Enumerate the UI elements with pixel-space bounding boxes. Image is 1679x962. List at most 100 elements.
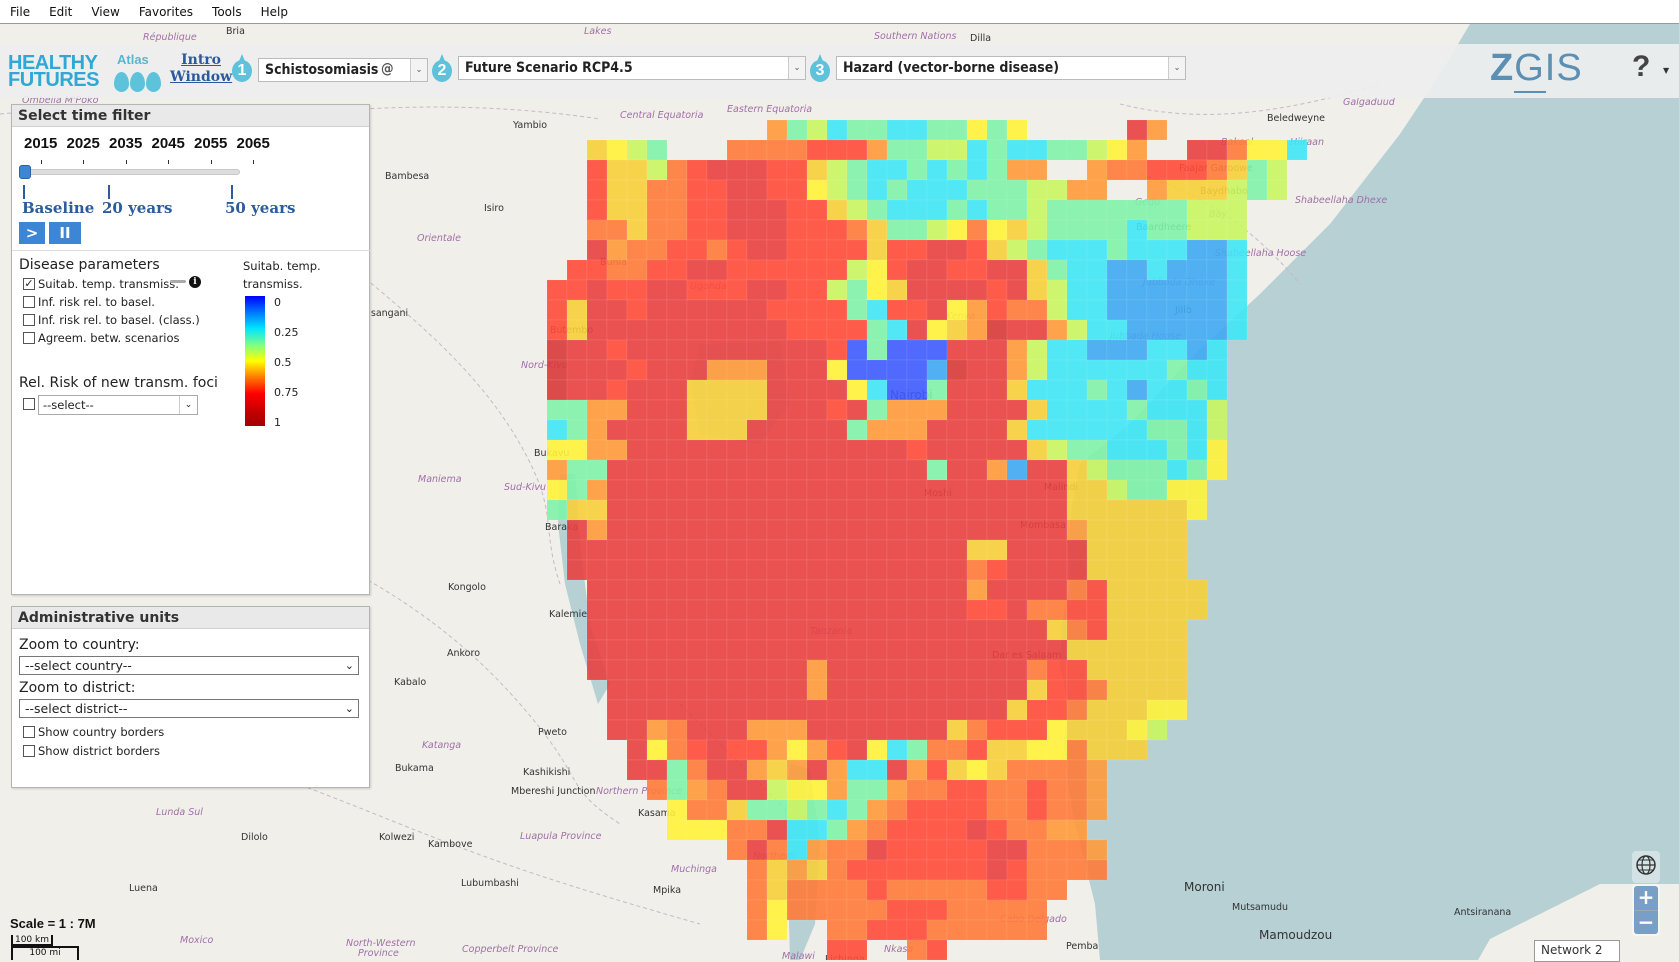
heatmap-cell[interactable] xyxy=(686,579,708,601)
heatmap-cell[interactable] xyxy=(826,659,848,681)
heatmap-cell[interactable] xyxy=(966,579,988,601)
heatmap-cell[interactable] xyxy=(966,599,988,621)
heatmap-cell[interactable] xyxy=(1186,179,1208,201)
heatmap-cell[interactable] xyxy=(1046,299,1068,321)
heatmap-cell[interactable] xyxy=(1186,439,1208,461)
heatmap-cell[interactable] xyxy=(906,159,928,181)
heatmap-cell[interactable] xyxy=(1146,459,1168,481)
heatmap-cell[interactable] xyxy=(986,259,1008,281)
heatmap-cell[interactable] xyxy=(686,519,708,541)
heatmap-cell[interactable] xyxy=(1086,859,1108,881)
heatmap-cell[interactable] xyxy=(1126,319,1148,341)
heatmap-cell[interactable] xyxy=(846,219,868,241)
heatmap-cell[interactable] xyxy=(1006,539,1028,561)
heatmap-cell[interactable] xyxy=(926,839,948,861)
heatmap-cell[interactable] xyxy=(926,819,948,841)
heatmap-cell[interactable] xyxy=(986,139,1008,161)
heatmap-cell[interactable] xyxy=(1086,519,1108,541)
heatmap-cell[interactable] xyxy=(846,199,868,221)
heatmap-cell[interactable] xyxy=(646,379,668,401)
heatmap-cell[interactable] xyxy=(1026,779,1048,801)
heatmap-cell[interactable] xyxy=(586,499,608,521)
time-slider-thumb[interactable] xyxy=(19,165,31,179)
heatmap-cell[interactable] xyxy=(1086,599,1108,621)
heatmap-cell[interactable] xyxy=(706,399,728,421)
heatmap-cell[interactable] xyxy=(626,699,648,721)
heatmap-cell[interactable] xyxy=(1046,759,1068,781)
heatmap-cell[interactable] xyxy=(986,799,1008,821)
heatmap-cell[interactable] xyxy=(886,539,908,561)
indicator-select[interactable]: Hazard (vector-borne disease) ⌄ xyxy=(836,56,1186,80)
heatmap-cell[interactable] xyxy=(886,199,908,221)
heatmap-cell[interactable] xyxy=(666,819,688,841)
heatmap-cell[interactable] xyxy=(586,439,608,461)
heatmap-cell[interactable] xyxy=(706,159,728,181)
heatmap-cell[interactable] xyxy=(886,499,908,521)
chevron-down-icon[interactable]: ⌄ xyxy=(410,59,427,81)
heatmap-cell[interactable] xyxy=(606,139,628,161)
heatmap-cell[interactable] xyxy=(1146,719,1168,741)
heatmap-cell[interactable] xyxy=(1186,479,1208,501)
heatmap-cell[interactable] xyxy=(1146,539,1168,561)
disease-select[interactable]: Schistosomiasis @ ⌄ xyxy=(258,58,428,82)
rel-risk-checkbox[interactable] xyxy=(23,398,35,410)
heatmap-cell[interactable] xyxy=(606,359,628,381)
heatmap-cell[interactable] xyxy=(886,519,908,541)
heatmap-cell[interactable] xyxy=(826,879,848,901)
heatmap-cell[interactable] xyxy=(846,159,868,181)
heatmap-cell[interactable] xyxy=(666,699,688,721)
heatmap-cell[interactable] xyxy=(866,659,888,681)
heatmap-cell[interactable] xyxy=(606,639,628,661)
heatmap-cell[interactable] xyxy=(666,399,688,421)
heatmap-cell[interactable] xyxy=(666,539,688,561)
heatmap-cell[interactable] xyxy=(886,439,908,461)
heatmap-cell[interactable] xyxy=(766,679,788,701)
heatmap-cell[interactable] xyxy=(786,279,808,301)
heatmap-cell[interactable] xyxy=(646,279,668,301)
heatmap-cell[interactable] xyxy=(746,479,768,501)
heatmap-cell[interactable] xyxy=(1126,199,1148,221)
heatmap-cell[interactable] xyxy=(726,499,748,521)
heatmap-cell[interactable] xyxy=(646,319,668,341)
heatmap-cell[interactable] xyxy=(866,619,888,641)
heatmap-cell[interactable] xyxy=(606,179,628,201)
heatmap-cell[interactable] xyxy=(746,359,768,381)
heatmap-cell[interactable] xyxy=(666,339,688,361)
heatmap-cell[interactable] xyxy=(1106,479,1128,501)
heatmap-cell[interactable] xyxy=(706,599,728,621)
heatmap-cell[interactable] xyxy=(1006,579,1028,601)
heatmap-cell[interactable] xyxy=(926,519,948,541)
heatmap-cell[interactable] xyxy=(746,279,768,301)
heatmap-cell[interactable] xyxy=(1026,159,1048,181)
heatmap-cell[interactable] xyxy=(746,399,768,421)
heatmap-cell[interactable] xyxy=(686,439,708,461)
heatmap-cell[interactable] xyxy=(846,799,868,821)
heatmap-cell[interactable] xyxy=(1066,319,1088,341)
heatmap-cell[interactable] xyxy=(1026,379,1048,401)
heatmap-cell[interactable] xyxy=(826,179,848,201)
heatmap-cell[interactable] xyxy=(1026,259,1048,281)
heatmap-cell[interactable] xyxy=(646,639,668,661)
heatmap-cell[interactable] xyxy=(1046,699,1068,721)
heatmap-cell[interactable] xyxy=(606,279,628,301)
heatmap-cell[interactable] xyxy=(1006,519,1028,541)
heatmap-cell[interactable] xyxy=(566,479,588,501)
heatmap-cell[interactable] xyxy=(566,459,588,481)
heatmap-cell[interactable] xyxy=(1006,379,1028,401)
heatmap-cell[interactable] xyxy=(766,439,788,461)
heatmap-cell[interactable] xyxy=(906,739,928,761)
heatmap-cell[interactable] xyxy=(726,799,748,821)
heatmap-cell[interactable] xyxy=(586,519,608,541)
heatmap-cell[interactable] xyxy=(966,219,988,241)
heatmap-cell[interactable] xyxy=(726,279,748,301)
heatmap-cell[interactable] xyxy=(786,779,808,801)
heatmap-cell[interactable] xyxy=(826,779,848,801)
heatmap-cell[interactable] xyxy=(806,699,828,721)
heatmap-cell[interactable] xyxy=(886,339,908,361)
heatmap-cell[interactable] xyxy=(786,239,808,261)
heatmap-cell[interactable] xyxy=(906,659,928,681)
heatmap-cell[interactable] xyxy=(826,859,848,881)
heatmap-cell[interactable] xyxy=(806,579,828,601)
heatmap-cell[interactable] xyxy=(786,419,808,441)
heatmap-cell[interactable] xyxy=(866,159,888,181)
